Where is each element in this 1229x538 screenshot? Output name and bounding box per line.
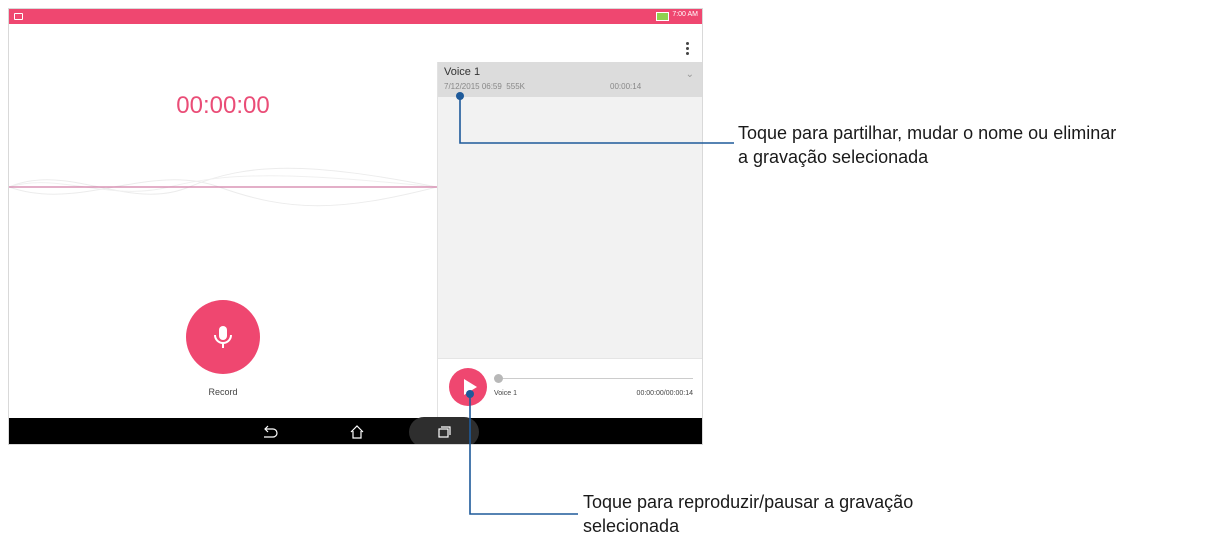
callout-recording-options: Toque para partilhar, mudar o nome ou el… bbox=[738, 121, 1116, 169]
callout-text-line: selecionada bbox=[583, 516, 680, 536]
callout-lines bbox=[456, 92, 734, 515]
callout-play-pause: Toque para reproduzir/pausar a gravação … bbox=[583, 490, 913, 538]
callout-text-line: a gravação selecionada bbox=[738, 147, 929, 167]
callout-text-line: Toque para partilhar, mudar o nome ou el… bbox=[738, 123, 1117, 143]
callout-text-line: Toque para reproduzir/pausar a gravação bbox=[583, 492, 914, 512]
